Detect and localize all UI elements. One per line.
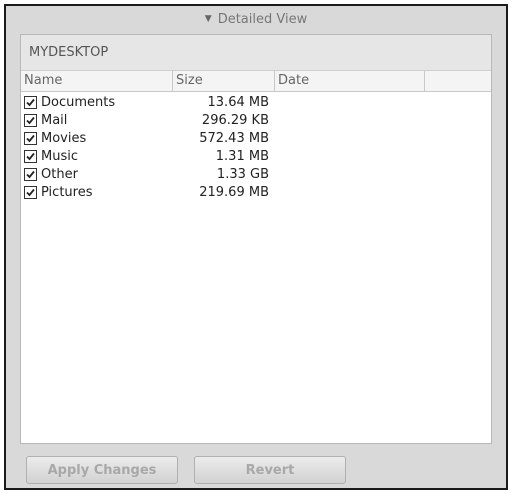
column-header-date[interactable]: Date xyxy=(275,71,425,91)
item-name: Movies xyxy=(41,130,87,146)
checkbox-checked-icon[interactable] xyxy=(24,167,37,181)
checkbox-checked-icon[interactable] xyxy=(24,95,37,109)
list-item-mail[interactable]: Mail 296.29 KB xyxy=(21,111,491,129)
item-size: 219.69 MB xyxy=(199,184,269,200)
device-name: MYDESKTOP xyxy=(21,35,491,71)
backup-panel: ▼ Detailed View MYDESKTOP Name Size Date… xyxy=(4,4,508,490)
item-name: Music xyxy=(41,148,78,164)
file-rows: Documents 13.64 MB Mail 296.29 KB Movies xyxy=(21,93,491,201)
list-item-movies[interactable]: Movies 572.43 MB xyxy=(21,129,491,147)
content-frame: MYDESKTOP Name Size Date Documents 13.64… xyxy=(20,34,492,444)
detailed-view-toggle[interactable]: ▼ Detailed View xyxy=(6,6,506,32)
item-name: Other xyxy=(41,166,78,182)
checkbox-checked-icon[interactable] xyxy=(24,131,37,145)
list-item-other[interactable]: Other 1.33 GB xyxy=(21,165,491,183)
item-size: 1.33 GB xyxy=(216,166,269,182)
checkbox-checked-icon[interactable] xyxy=(24,113,37,127)
item-size: 13.64 MB xyxy=(207,94,269,110)
revert-button[interactable]: Revert xyxy=(194,456,346,484)
apply-changes-button[interactable]: Apply Changes xyxy=(26,456,178,484)
item-name: Mail xyxy=(41,112,68,128)
checkbox-checked-icon[interactable] xyxy=(24,149,37,163)
column-header-size[interactable]: Size xyxy=(173,71,275,91)
list-item-documents[interactable]: Documents 13.64 MB xyxy=(21,93,491,111)
item-size: 296.29 KB xyxy=(201,112,269,128)
item-size: 572.43 MB xyxy=(199,130,269,146)
checkbox-checked-icon[interactable] xyxy=(24,185,37,199)
list-item-music[interactable]: Music 1.31 MB xyxy=(21,147,491,165)
column-header-blank[interactable] xyxy=(425,71,491,91)
list-item-pictures[interactable]: Pictures 219.69 MB xyxy=(21,183,491,201)
column-header-row: Name Size Date xyxy=(21,71,491,92)
item-size: 1.31 MB xyxy=(215,148,269,164)
item-name: Pictures xyxy=(41,184,93,200)
footer-bar: Apply Changes Revert xyxy=(6,446,506,490)
detailed-view-label: Detailed View xyxy=(217,11,308,27)
triangle-down-icon: ▼ xyxy=(204,14,212,24)
item-name: Documents xyxy=(41,94,116,110)
file-list[interactable]: Name Size Date Documents 13.64 MB Mail 2… xyxy=(21,71,491,443)
column-header-name[interactable]: Name xyxy=(21,71,173,91)
